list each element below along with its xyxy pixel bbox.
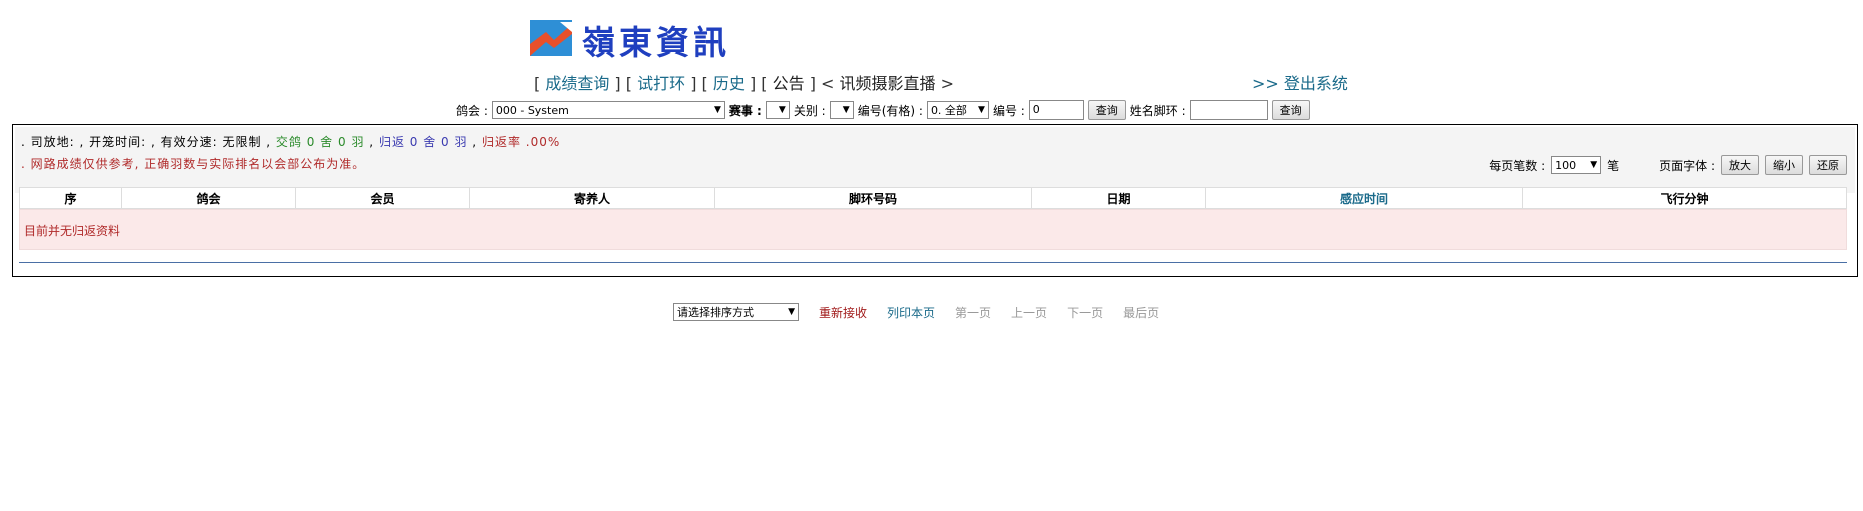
race-status-line: . 司放地: , 开笼时间: , 有效分速: 无限制 , 交鸽 0 舍 0 羽 … [21, 135, 561, 149]
query-button[interactable]: 查询 [1087, 100, 1126, 120]
code-select-value: 0. 全部 [930, 104, 967, 117]
chevron-down-icon: ▼ [788, 307, 795, 317]
col-header-ring-number[interactable]: 脚环号码 [714, 187, 1032, 209]
page-controls: 每页笔数 : 100 ▼ 笔 页面字体 : 放大 缩小 还原 [1489, 155, 1847, 175]
info-area: . 司放地: , 开笼时间: , 有效分速: 无限制 , 交鸽 0 舍 0 羽 … [15, 127, 1855, 193]
nav-announcements[interactable]: 公告 [773, 74, 805, 93]
nav-trial-ring[interactable]: 试打环 [637, 74, 685, 93]
font-size-label: 页面字体 : [1659, 158, 1715, 173]
prev-page-link[interactable]: 上一页 [1011, 304, 1047, 321]
race-select[interactable]: ▼ [765, 101, 790, 119]
col-header-date[interactable]: 日期 [1031, 187, 1206, 209]
logout-label: 登出系统 [1283, 74, 1348, 93]
enlarge-font-button[interactable]: 放大 [1721, 155, 1759, 175]
logout-prefix: >> [1252, 74, 1279, 93]
table-header-row: 序 鸽会 会员 寄养人 脚环号码 日期 感应时间 飞行分钟 [19, 187, 1847, 209]
code-select[interactable]: 0. 全部 ▼ [926, 101, 989, 119]
col-header-index[interactable]: 序 [19, 187, 122, 209]
number-label: 编号 : [992, 103, 1025, 118]
per-page-unit: 笔 [1607, 158, 1620, 173]
first-page-link[interactable]: 第一页 [955, 304, 991, 321]
release-info: . 司放地: , 开笼时间: , 有效分速: 无限制 , [21, 135, 272, 149]
last-page-link[interactable]: 最后页 [1123, 304, 1159, 321]
per-page-select[interactable]: 100 ▼ [1551, 156, 1602, 174]
gate-label: 关别 : [793, 103, 826, 118]
club-label: 鸽会 : [456, 103, 488, 118]
col-header-member[interactable]: 会员 [295, 187, 470, 209]
nav-history[interactable]: 历史 [713, 74, 745, 93]
col-header-foster[interactable]: 寄养人 [469, 187, 715, 209]
results-panel: . 司放地: , 开笼时间: , 有效分速: 无限制 , 交鸽 0 舍 0 羽 … [12, 124, 1858, 277]
sort-select[interactable]: 请选择排序方式 ▼ [673, 303, 799, 321]
nav-results[interactable]: 成绩查询 [545, 74, 609, 93]
return-rate: 归返率 .00% [481, 135, 561, 149]
divider [19, 262, 1847, 263]
chevron-down-icon: ▼ [1590, 160, 1598, 170]
col-header-club[interactable]: 鸽会 [121, 187, 296, 209]
per-page-value: 100 [1555, 158, 1577, 172]
empty-state-text: 目前并无归返资料 [24, 224, 121, 238]
chevron-down-icon: ▼ [842, 105, 850, 115]
logout-link[interactable]: >> 登出系统 [1252, 70, 1348, 94]
filter-bar: 鸽会 : 000 - System ▼ 赛事 : ▼ 关别 : ▼ 编号(有格) … [456, 100, 1310, 120]
site-logo: 嶺東資訊 [530, 16, 750, 62]
chevron-down-icon: ▼ [978, 105, 985, 115]
returned-count: 归返 0 舍 0 羽 [378, 135, 468, 149]
empty-state-row: 目前并无归返资料 [19, 209, 1847, 250]
logo-chart-icon [530, 20, 572, 56]
name-ring-input[interactable] [1189, 100, 1268, 120]
results-table: 序 鸽会 会员 寄养人 脚环号码 日期 感应时间 飞行分钟 [19, 187, 1847, 209]
number-input[interactable]: 0 [1028, 100, 1084, 120]
chevron-down-icon: ▼ [713, 105, 721, 115]
shrink-font-button[interactable]: 缩小 [1765, 155, 1803, 175]
disclaimer: . 网路成绩仅供参考, 正确羽数与实际排名以会部公布为准。 [21, 157, 366, 171]
main-nav: [ 成绩查询 ] [ 试打环 ] [ 历史 ] [ 公告 ] < 讯频摄影直播 … [534, 74, 955, 93]
reload-link[interactable]: 重新接收 [819, 304, 867, 321]
col-header-sensor-time[interactable]: 感应时间 [1205, 187, 1523, 209]
col-header-flight-minutes[interactable]: 飞行分钟 [1522, 187, 1847, 209]
nav-live-video[interactable]: 讯频摄影直播 [840, 74, 936, 93]
query-name-button[interactable]: 查询 [1271, 100, 1310, 120]
bottom-nav: 请选择排序方式 ▼ 重新接收 列印本页 第一页 上一页 下一页 最后页 [673, 303, 1159, 321]
reset-font-button[interactable]: 还原 [1809, 155, 1847, 175]
delivered-count: 交鸽 0 舍 0 羽 [275, 135, 365, 149]
code-label: 编号(有格) : [857, 103, 923, 118]
gate-select[interactable]: ▼ [829, 101, 854, 119]
club-select-value: 000 - System [495, 103, 569, 117]
race-label: 赛事 : [728, 103, 762, 118]
print-page-link[interactable]: 列印本页 [887, 304, 935, 321]
logo-text: 嶺東資訊 [582, 23, 730, 62]
name-ring-label: 姓名脚环 : [1129, 103, 1186, 118]
chevron-down-icon: ▼ [778, 105, 786, 115]
next-page-link[interactable]: 下一页 [1067, 304, 1103, 321]
sort-select-value: 请选择排序方式 [677, 306, 754, 319]
club-select[interactable]: 000 - System ▼ [491, 101, 725, 119]
per-page-label: 每页笔数 : [1489, 158, 1546, 173]
